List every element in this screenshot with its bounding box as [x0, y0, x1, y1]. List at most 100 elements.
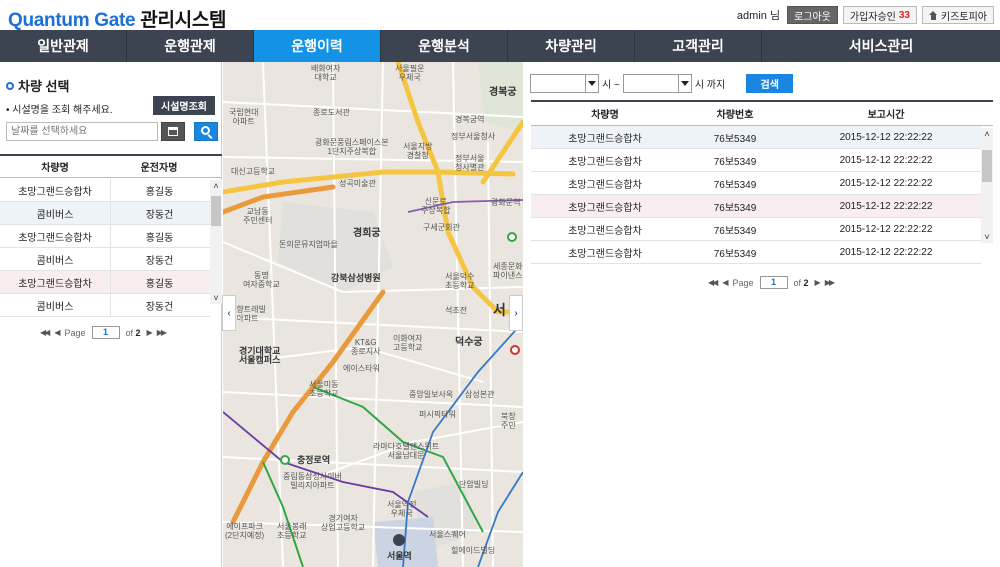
scroll-thumb[interactable]: [211, 196, 221, 226]
nav-vehicle-management[interactable]: 차량관리: [508, 30, 635, 62]
vehicle-name: 초망그랜드승합차: [568, 202, 642, 214]
prev-page-icon[interactable]: ◀: [54, 328, 60, 337]
map-label: 세종문화 파이낸스: [493, 262, 523, 280]
search-row: [6, 122, 218, 141]
scroll-up-icon[interactable]: ˄: [210, 180, 222, 192]
scroll-down-icon[interactable]: ˅: [981, 231, 993, 243]
map-label: 국립현대 아파트: [229, 108, 259, 126]
first-page-icon[interactable]: ◀◀: [40, 328, 50, 337]
signup-approval-button[interactable]: 가입자승인 33: [842, 6, 917, 24]
table-header: 차량명 운전자명: [0, 156, 222, 178]
nav-customer-management[interactable]: 고객관리: [635, 30, 762, 62]
map-label: 서울필운 우체국: [395, 64, 425, 82]
from-hour-select[interactable]: [530, 74, 599, 93]
map-label: 구세군회관: [423, 223, 460, 232]
table-row[interactable]: 초망그랜드승합차 홍길동: [0, 225, 210, 248]
nav-operation-history[interactable]: 운행이력: [254, 30, 381, 62]
page-label: Page: [64, 327, 86, 338]
collapse-left-panel-button[interactable]: ‹: [222, 295, 236, 331]
logout-button[interactable]: 로그아웃: [787, 6, 838, 24]
map-label: 삼성본관: [465, 390, 495, 399]
table-row[interactable]: 초망그랜드승합차 76보5349 2015-12-12 22:22:22: [531, 218, 981, 241]
scroll-up-icon[interactable]: ˄: [981, 128, 993, 140]
next-page-icon[interactable]: ▶: [147, 328, 153, 337]
history-panel: 시 ~ 시 까지 검색 차량명 차량번호 보고시간 초망그랜드승합차 76보53…: [523, 62, 1000, 567]
nav-service-management[interactable]: 서비스관리: [762, 30, 1000, 62]
from-hour-value: [531, 75, 585, 92]
report-time: 2015-12-12 22:22:22: [839, 154, 933, 166]
next-page-icon[interactable]: ▶: [815, 278, 821, 287]
ring-icon: [6, 81, 14, 90]
map-label: KT&G 종로지사: [351, 338, 381, 356]
table-row[interactable]: 초망그랜드승합차 76보5349 2015-12-12 22:22:22: [531, 172, 981, 195]
vehicle-name: 초망그랜드승합차: [18, 186, 92, 198]
map-label: 에이스타워: [343, 364, 380, 373]
to-hour-value: [624, 75, 678, 92]
header-actions: admin 님 로그아웃 가입자승인 33 키즈토피아: [737, 6, 994, 24]
map-label: 서울미동 초등학교: [309, 380, 339, 398]
collapse-right-panel-button[interactable]: ›: [509, 295, 523, 331]
map-label: 경복궁: [489, 87, 517, 98]
col-vehicle-name: 차량명: [591, 110, 619, 121]
vehicle-select-panel: 차량 선택 • 시설명을 조회 해주세요. 시설명조회 차량명 운전자명 초망그…: [0, 62, 222, 567]
driver-name: 홍길동: [110, 179, 208, 201]
table-row[interactable]: 초망그랜드승합차 홍길동: [0, 179, 210, 202]
table-row[interactable]: 초망그랜드승합차 76보5349 2015-12-12 22:22:22: [531, 126, 981, 149]
map-label: 경기대학교 서울캠퍼스: [239, 346, 281, 365]
vehicle-name: 초망그랜드승합차: [568, 133, 642, 145]
table-header: 차량명 차량번호 보고시간: [531, 102, 993, 126]
nav-operation-control[interactable]: 운행관제: [127, 30, 254, 62]
driver-name: 홍길동: [110, 225, 208, 247]
search-button[interactable]: [194, 122, 218, 141]
calendar-button[interactable]: [161, 122, 185, 141]
search-button[interactable]: 검색: [746, 74, 794, 93]
table-body: 초망그랜드승합차 홍길동 콤비버스 장동건 초망그랜드승합차 홍길동 콤비버스 …: [0, 179, 210, 317]
map-view[interactable]: 배화여자 대학교 서울필운 우체국 경복궁 국립현대 아파트 종로도서관 경복궁…: [223, 62, 523, 567]
prev-page-icon[interactable]: ◀: [722, 278, 728, 287]
table-row[interactable]: 초망그랜드승합차 홍길동: [0, 271, 210, 294]
table-scrollbar[interactable]: ˄ ˅: [210, 180, 222, 304]
to-suffix: 시 까지: [694, 80, 726, 91]
driver-name: 장동건: [110, 202, 208, 224]
vehicle-name: 초망그랜드승합차: [18, 232, 92, 244]
main-nav: 일반관제 운행관제 운행이력 운행분석 차량관리 고객관리 서비스관리: [0, 30, 1000, 62]
map-label: 서울역전 우체국: [387, 500, 417, 518]
table-row[interactable]: 초망그랜드승합차 76보5349 2015-12-12 22:22:22: [531, 195, 981, 218]
map-label: 성곡미술관: [339, 179, 376, 188]
map-label: 종로도서관: [313, 108, 350, 117]
table-scrollbar[interactable]: ˄ ˅: [981, 128, 993, 243]
vehicle-number: 76보5349: [713, 202, 757, 214]
first-page-icon[interactable]: ◀◀: [708, 278, 718, 287]
to-hour-select[interactable]: [622, 74, 692, 93]
map-label: 광화문역: [491, 198, 521, 207]
scroll-thumb[interactable]: [982, 150, 992, 182]
vehicle-name: 초망그랜드승합차: [568, 248, 642, 260]
table-row[interactable]: 콤비버스 장동건: [0, 248, 210, 271]
date-input[interactable]: [6, 122, 158, 141]
map-label: 단암빌딩: [459, 480, 489, 489]
chevron-down-icon: [585, 75, 598, 92]
nav-general-control[interactable]: 일반관제: [0, 30, 127, 62]
nav-operation-analysis[interactable]: 운행분석: [381, 30, 508, 62]
table-row[interactable]: 초망그랜드승합차 76보5349 2015-12-12 22:22:22: [531, 241, 981, 264]
page-input[interactable]: 1: [759, 276, 788, 289]
map-label: 서울역: [387, 551, 412, 561]
table-row[interactable]: 콤비버스 장동건: [0, 294, 210, 317]
vehicle-table: 차량명 운전자명 초망그랜드승합차 홍길동 콤비버스 장동건 초망그랜드승합차 …: [0, 154, 222, 372]
page-input[interactable]: 1: [91, 326, 120, 339]
app-header: Quantum Gate 관리시스템 admin 님 로그아웃 가입자승인 33…: [0, 0, 1000, 32]
page-label: Page: [732, 277, 754, 288]
kidstopia-button[interactable]: 키즈토피아: [922, 6, 994, 24]
map-label: 충정로역: [297, 455, 331, 465]
table-row[interactable]: 콤비버스 장동건: [0, 202, 210, 225]
last-page-icon[interactable]: ▶▶: [825, 278, 835, 287]
map-label: 강북삼성병원: [331, 273, 381, 283]
last-page-icon[interactable]: ▶▶: [157, 328, 167, 337]
driver-name: 장동건: [110, 248, 208, 270]
table-row[interactable]: 초망그랜드승합차 76보5349 2015-12-12 22:22:22: [531, 149, 981, 172]
app-logo[interactable]: Quantum Gate 관리시스템: [8, 5, 227, 32]
facility-search-button[interactable]: 시설명조회: [153, 96, 215, 115]
scroll-down-icon[interactable]: ˅: [210, 292, 222, 304]
map-label: 서울지방 경찰청: [403, 142, 433, 160]
right-pager: ◀◀ ◀ Page 1 of 2 ▶ ▶▶: [708, 276, 835, 289]
